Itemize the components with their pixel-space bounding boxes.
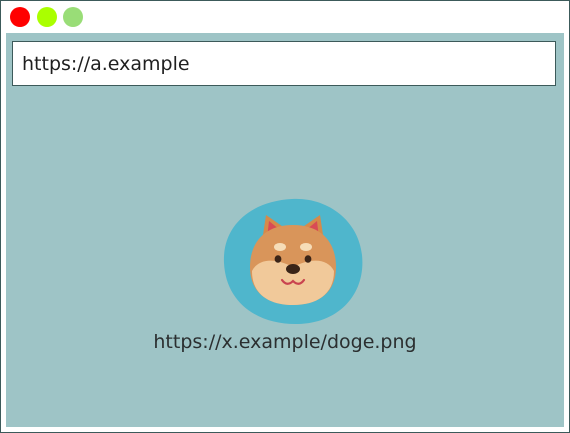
address-bar[interactable] <box>12 41 556 86</box>
close-window-button[interactable] <box>10 7 30 27</box>
minimize-window-button[interactable] <box>37 7 57 27</box>
doge-image <box>222 197 364 325</box>
page-viewport: https://x.example/doge.png <box>6 33 564 427</box>
maximize-window-button[interactable] <box>63 7 83 27</box>
shiba-dog-face-icon <box>223 198 363 325</box>
image-caption: https://x.example/doge.png <box>153 331 417 353</box>
title-bar <box>1 1 569 33</box>
url-input[interactable] <box>13 42 555 85</box>
browser-window: https://x.example/doge.png <box>0 0 570 433</box>
